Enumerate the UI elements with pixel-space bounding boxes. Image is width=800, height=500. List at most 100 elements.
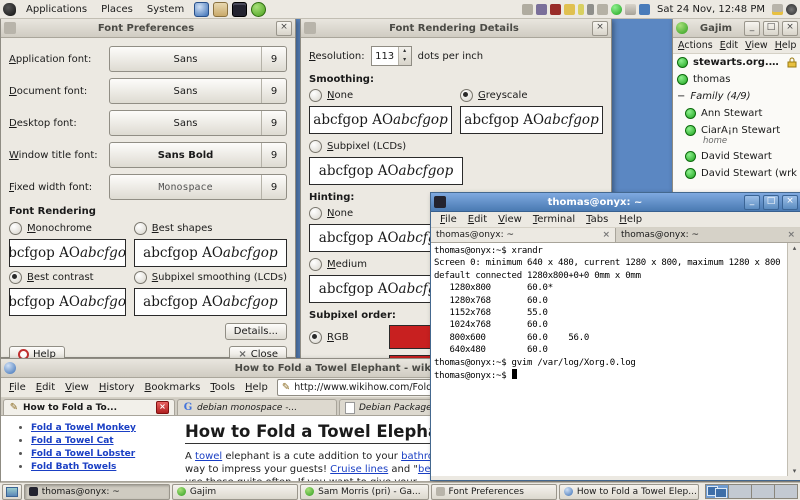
network-monitor-tray-icon[interactable] [638, 3, 650, 15]
terminal-tab-2[interactable]: thomas@onyx: ~ × [616, 228, 800, 242]
menu-view[interactable]: View [493, 213, 527, 226]
account-row[interactable]: stewarts.org.uk (1... [673, 54, 800, 71]
gnome-logo-icon[interactable] [3, 2, 16, 16]
details-button[interactable]: Details... [224, 323, 287, 340]
monochrome-radio[interactable]: Monochrome [9, 222, 126, 235]
terminal-titlebar[interactable]: thomas@onyx: ~ _ □ × [431, 193, 800, 212]
towel-link[interactable]: towel [195, 451, 222, 462]
contact-row[interactable]: David Stewart [673, 148, 800, 165]
font-preferences-titlebar[interactable]: Font Preferences × [1, 19, 295, 38]
resolution-spinner[interactable]: 113 ▴ ▾ [370, 46, 412, 66]
browser-launcher-icon[interactable] [194, 1, 210, 17]
best-shapes-radio[interactable]: Best shapes [133, 222, 287, 235]
book-tray-icon[interactable] [549, 3, 561, 15]
desktop-font-button[interactable]: Sans 9 [109, 110, 287, 136]
subpixel-lcds-radio[interactable]: Subpixel (LCDs) [309, 140, 603, 153]
menu-help[interactable]: Help [614, 213, 647, 226]
minimize-window-button[interactable]: _ [744, 20, 760, 36]
subpixel-smoothing-radio[interactable]: Subpixel smoothing (LCDs) [133, 271, 287, 284]
close-window-button[interactable]: × [782, 194, 798, 210]
printer-tray-icon[interactable] [521, 3, 533, 15]
menu-view[interactable]: View [60, 381, 94, 394]
taskbar-item-iceweasel[interactable]: How to Fold a Towel Elep... [558, 483, 699, 500]
mail-check-tray-icon[interactable] [624, 3, 636, 15]
greyscale-radio[interactable]: Greyscale [460, 89, 603, 102]
gajim-titlebar[interactable]: Gajim _ □ × [673, 19, 800, 38]
fixed-width-font-button[interactable]: Monospace 9 [109, 174, 287, 200]
spin-down-icon[interactable]: ▾ [399, 56, 411, 65]
smoothing-none-radio[interactable]: None [309, 89, 452, 102]
tab-debian-monospace[interactable]: G debian monospace -... [177, 399, 337, 415]
spin-up-icon[interactable]: ▴ [399, 47, 411, 56]
related-link[interactable]: Fold a Towel Lobster [31, 449, 135, 459]
related-link[interactable]: Fold a Towel Cat [31, 436, 114, 446]
maximize-window-button[interactable]: □ [763, 20, 779, 36]
taskbar-item-sam-morris[interactable]: Sam Morris (pri) - Ga... [300, 483, 429, 500]
terminal-launcher-icon[interactable] [232, 1, 248, 17]
workspace-4[interactable] [775, 485, 797, 498]
tab-towel-elephant[interactable]: ✎ How to Fold a To... × [3, 399, 175, 415]
related-link[interactable]: Fold a Towel Monkey [31, 423, 136, 433]
window-title-font-button[interactable]: Sans Bold 9 [109, 142, 287, 168]
gajim-status-tray-icon[interactable] [610, 3, 622, 15]
tab-close-icon[interactable]: × [787, 230, 795, 240]
collapse-icon[interactable]: − [677, 91, 685, 102]
group-row[interactable]: − Family (4/9) [673, 88, 800, 105]
taskbar-item-font-preferences[interactable]: Font Preferences [430, 483, 557, 500]
menu-system[interactable]: System [141, 3, 190, 16]
close-window-button[interactable]: × [782, 20, 798, 36]
rgb-radio[interactable]: RGB [309, 330, 381, 344]
folder-tray-icon[interactable] [563, 3, 575, 15]
workspace-switcher[interactable] [705, 484, 798, 499]
home-launcher-icon[interactable] [213, 1, 229, 17]
tab-close-button[interactable]: × [156, 401, 169, 414]
menu-places[interactable]: Places [95, 3, 139, 16]
menu-file[interactable]: File [4, 381, 31, 394]
scroll-up-icon[interactable]: ▴ [793, 243, 797, 253]
pin-tray-icon[interactable] [577, 3, 584, 15]
minimize-window-button[interactable]: _ [744, 194, 760, 210]
menu-tabs[interactable]: Tabs [581, 213, 613, 226]
menu-help[interactable]: Help [772, 39, 800, 52]
menu-tools[interactable]: Tools [205, 381, 240, 394]
package-tray-icon[interactable] [535, 3, 547, 15]
tab-close-icon[interactable]: × [602, 230, 610, 240]
close-window-button[interactable]: × [592, 20, 608, 36]
menu-terminal[interactable]: Terminal [528, 213, 580, 226]
contact-row[interactable]: Ann Stewart [673, 105, 800, 122]
menu-edit[interactable]: Edit [717, 39, 741, 52]
workspace-3[interactable] [752, 485, 775, 498]
update-manager-icon[interactable] [251, 1, 267, 17]
menu-file[interactable]: File [435, 213, 462, 226]
menu-history[interactable]: History [94, 381, 140, 394]
menu-bookmarks[interactable]: Bookmarks [139, 381, 205, 394]
menu-edit[interactable]: Edit [31, 381, 60, 394]
plug-tray-icon[interactable] [586, 3, 594, 15]
workspace-1[interactable] [706, 485, 729, 498]
menu-applications[interactable]: Applications [20, 3, 93, 16]
workspace-2[interactable] [729, 485, 752, 498]
menu-view[interactable]: View [742, 39, 771, 52]
maximize-window-button[interactable]: □ [763, 194, 779, 210]
terminal-tab-1[interactable]: thomas@onyx: ~ × [431, 228, 616, 242]
taskbar-item-gajim[interactable]: Gajim [171, 483, 299, 500]
volume-tray-icon[interactable] [596, 3, 608, 15]
contact-row[interactable]: CiarÃ¡n Stewart [673, 122, 800, 136]
cruise-lines-link[interactable]: Cruise lines [330, 464, 388, 475]
terminal-output[interactable]: thomas@onyx:~$ xrandr Screen 0: minimum … [431, 243, 787, 476]
contact-row[interactable]: thomas [673, 71, 800, 88]
lock-screen-icon[interactable] [772, 3, 783, 15]
spinner-arrows[interactable]: ▴ ▾ [397, 47, 411, 65]
close-window-button[interactable]: × [276, 20, 292, 36]
quit-power-icon[interactable] [786, 3, 797, 15]
show-desktop-button[interactable] [2, 483, 22, 500]
related-link[interactable]: Fold Bath Towels [31, 462, 116, 472]
taskbar-item-terminal[interactable]: thomas@onyx: ~ [23, 483, 170, 500]
menu-actions[interactable]: Actions [675, 39, 716, 52]
terminal-scrollbar[interactable]: ▴ ▾ [787, 243, 800, 476]
document-font-button[interactable]: Sans 9 [109, 78, 287, 104]
application-font-button[interactable]: Sans 9 [109, 46, 287, 72]
panel-clock[interactable]: Sat 24 Nov, 12:48 PM [653, 4, 769, 15]
contact-row[interactable]: David Stewart (wrk [673, 165, 800, 182]
menu-edit[interactable]: Edit [463, 213, 492, 226]
